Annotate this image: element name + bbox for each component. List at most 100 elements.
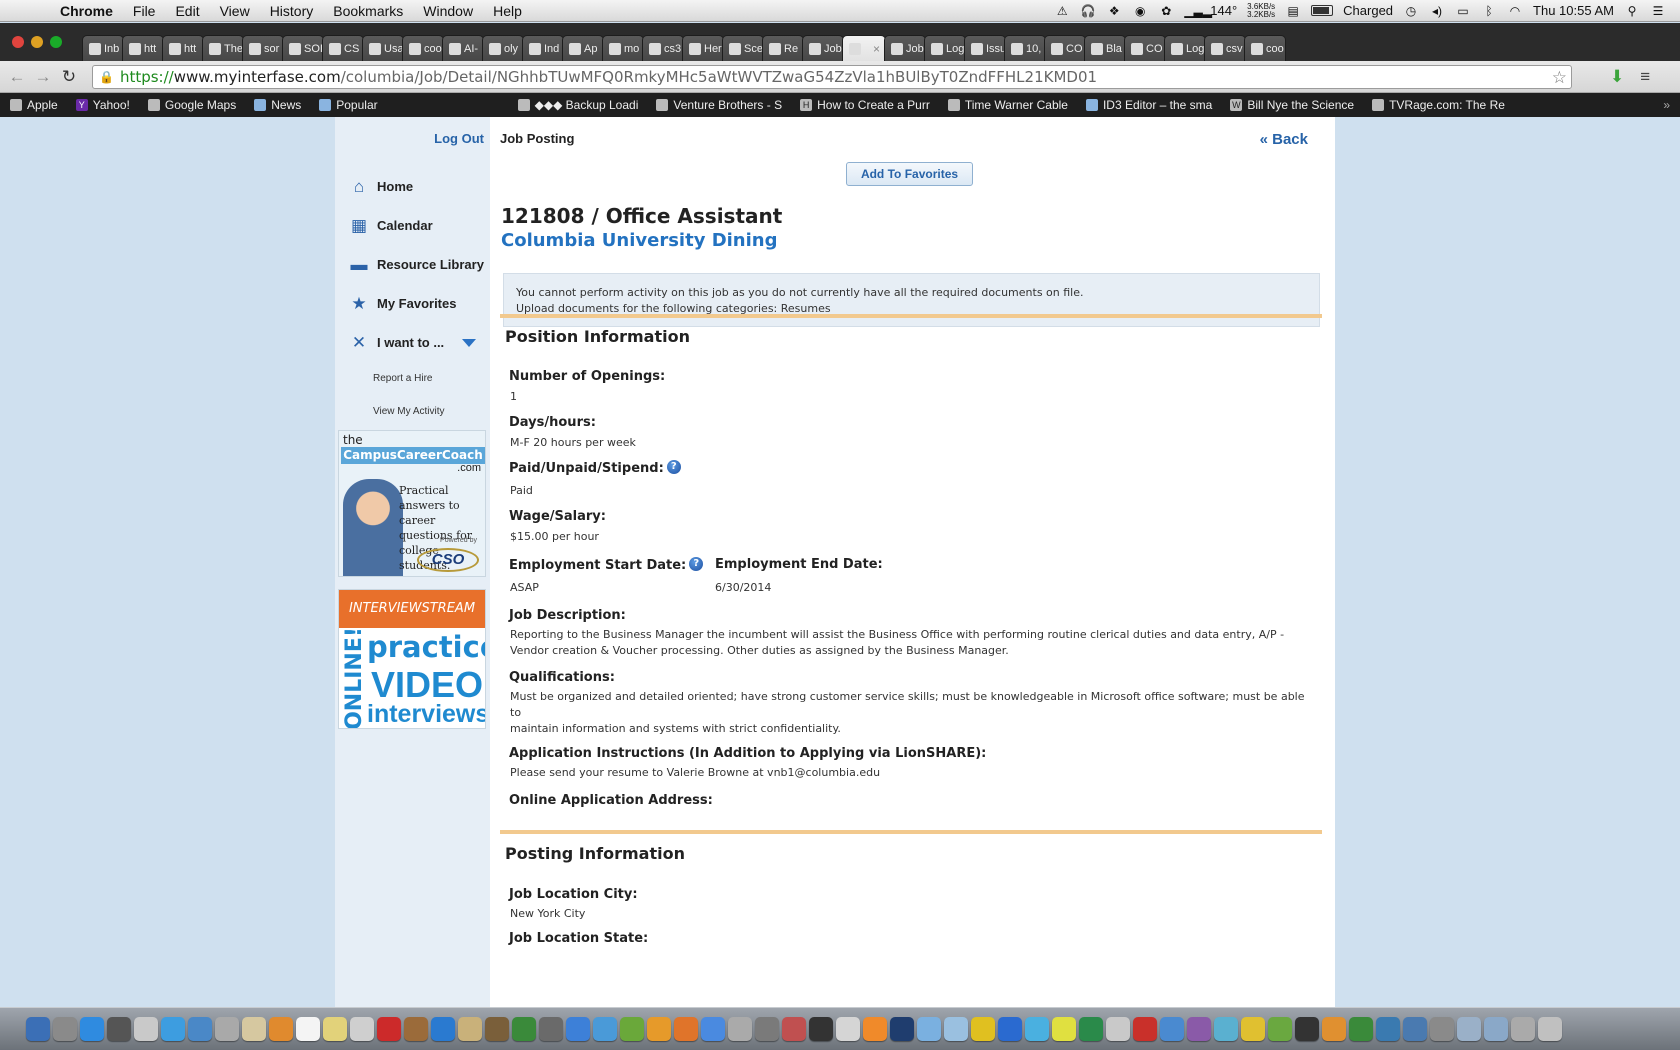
clipboard-icon[interactable]: ▤	[1285, 4, 1301, 18]
employer-link[interactable]: Columbia University Dining	[501, 230, 778, 251]
chrome-menu-icon[interactable]: ≡	[1640, 67, 1650, 87]
browser-tab[interactable]: Inb	[82, 35, 124, 61]
add-to-favorites-button[interactable]: Add To Favorites	[846, 162, 973, 186]
interviewstream-ad[interactable]: INTERVIEWSTREAM ONLINE! practice VIDEO i…	[338, 589, 486, 729]
bookmarks-overflow-icon[interactable]: »	[1663, 98, 1680, 112]
dock-app-icon[interactable]	[242, 1017, 266, 1041]
dock-app-icon[interactable]	[755, 1017, 779, 1041]
dock-app-icon[interactable]	[782, 1017, 806, 1041]
dock-app-icon[interactable]	[269, 1017, 293, 1041]
dock-app-icon[interactable]	[1079, 1017, 1103, 1041]
dock-app-icon[interactable]	[944, 1017, 968, 1041]
dock-app-icon[interactable]	[1025, 1017, 1049, 1041]
browser-tab[interactable]: Ap	[562, 35, 604, 61]
campus-career-coach-ad[interactable]: the CampusCareerCoach .com Practical ans…	[338, 430, 486, 577]
dock-app-icon[interactable]	[539, 1017, 563, 1041]
browser-tab[interactable]: coo	[1244, 35, 1286, 61]
dock-app-icon[interactable]	[1106, 1017, 1130, 1041]
dock-app-icon[interactable]	[350, 1017, 374, 1041]
dock-app-icon[interactable]	[80, 1017, 104, 1041]
bookmark-backup[interactable]: ◆◆◆ Backup Loadi	[517, 98, 638, 112]
clock[interactable]: Thu 10:55 AM	[1533, 3, 1614, 18]
dock-app-icon[interactable]	[323, 1017, 347, 1041]
dock-app-icon[interactable]	[1430, 1017, 1454, 1041]
menu-window[interactable]: Window	[413, 3, 483, 19]
bookmark-tvrage[interactable]: TVRage.com: The Re	[1372, 98, 1505, 112]
bookmark-popular[interactable]: Popular	[319, 98, 378, 112]
dock-app-icon[interactable]	[431, 1017, 455, 1041]
menu-file[interactable]: File	[123, 3, 166, 19]
reload-icon[interactable]: ↻	[56, 67, 82, 87]
dock-app-icon[interactable]	[917, 1017, 941, 1041]
browser-tab[interactable]: csv	[1204, 35, 1246, 61]
dock-app-icon[interactable]	[161, 1017, 185, 1041]
browser-tab[interactable]: coo	[402, 35, 444, 61]
notification-list-icon[interactable]: ☰	[1650, 4, 1666, 18]
battery-icon[interactable]	[1311, 5, 1334, 16]
paw-icon[interactable]: ✿	[1158, 4, 1174, 18]
dock-app-icon[interactable]	[512, 1017, 536, 1041]
browser-tab[interactable]: mo	[602, 35, 644, 61]
browser-tab[interactable]: 10,	[1004, 35, 1046, 61]
zoom-window-button[interactable]	[50, 36, 62, 48]
dock-app-icon[interactable]	[485, 1017, 509, 1041]
bookmark-news[interactable]: News	[254, 98, 301, 112]
dock-app-icon[interactable]	[26, 1017, 50, 1041]
menu-view[interactable]: View	[210, 3, 260, 19]
dock-app-icon[interactable]	[863, 1017, 887, 1041]
temperature-readout[interactable]: 144°	[1210, 3, 1237, 18]
browser-tab[interactable]: Sce	[722, 35, 764, 61]
dock-app-icon[interactable]	[620, 1017, 644, 1041]
browser-tab[interactable]: Her	[682, 35, 724, 61]
eye-icon[interactable]: ◉	[1132, 4, 1148, 18]
dock-app-icon[interactable]	[1160, 1017, 1184, 1041]
wifi-icon[interactable]: ◠	[1507, 4, 1523, 18]
dock-app-icon[interactable]	[1376, 1017, 1400, 1041]
browser-tab-active[interactable]: ×	[842, 35, 886, 61]
dock-app-icon[interactable]	[1322, 1017, 1346, 1041]
dock-app-icon[interactable]	[1241, 1017, 1265, 1041]
back-arrow-icon[interactable]: ←	[4, 67, 30, 87]
browser-tab[interactable]: Log	[1164, 35, 1206, 61]
browser-tab[interactable]: CO	[1044, 35, 1086, 61]
sidebar-subitem-view-activity[interactable]: View My Activity	[373, 395, 489, 428]
dock-app-icon[interactable]	[1538, 1017, 1562, 1041]
browser-tab[interactable]: Job	[884, 35, 926, 61]
menu-bookmarks[interactable]: Bookmarks	[323, 3, 413, 19]
browser-tab[interactable]: htt	[162, 35, 204, 61]
browser-tab[interactable]: Ind	[522, 35, 564, 61]
menu-history[interactable]: History	[260, 3, 324, 19]
dock-app-icon[interactable]	[674, 1017, 698, 1041]
browser-tab[interactable]: Bla	[1084, 35, 1126, 61]
dock-app-icon[interactable]	[377, 1017, 401, 1041]
sidebar-item-calendar[interactable]: ▦ Calendar	[349, 206, 489, 245]
browser-tab[interactable]: sor	[242, 35, 284, 61]
dock-app-icon[interactable]	[1457, 1017, 1481, 1041]
dock-app-icon[interactable]	[593, 1017, 617, 1041]
dock-app-icon[interactable]	[809, 1017, 833, 1041]
dock-app-icon[interactable]	[1349, 1017, 1373, 1041]
bookmark-id3[interactable]: ID3 Editor – the sma	[1085, 98, 1212, 112]
help-icon[interactable]: ?	[689, 557, 704, 571]
dock-app-icon[interactable]	[1133, 1017, 1157, 1041]
logout-link[interactable]: Log Out	[434, 131, 484, 146]
browser-tab[interactable]: Issu	[964, 35, 1006, 61]
dock-app-icon[interactable]	[1403, 1017, 1427, 1041]
dock-app-icon[interactable]	[647, 1017, 671, 1041]
dock-app-icon[interactable]	[566, 1017, 590, 1041]
dock-app-icon[interactable]	[53, 1017, 77, 1041]
browser-tab[interactable]: oly	[482, 35, 524, 61]
display-icon[interactable]: ▭	[1455, 4, 1471, 18]
dock-app-icon[interactable]	[998, 1017, 1022, 1041]
bluetooth-icon[interactable]: ᛒ	[1481, 4, 1497, 18]
address-bar[interactable]: 🔒 https:// www.myinterfase.com /columbia…	[92, 65, 1572, 89]
browser-tab[interactable]: CS	[322, 35, 364, 61]
volume-icon[interactable]: ◂)	[1429, 4, 1445, 18]
headphones-icon[interactable]: 🎧	[1080, 4, 1096, 18]
bookmark-billnye[interactable]: W Bill Nye the Science	[1230, 98, 1354, 112]
bookmark-venture[interactable]: Venture Brothers - S	[656, 98, 782, 112]
menu-app-name[interactable]: Chrome	[50, 3, 123, 19]
dock-app-icon[interactable]	[404, 1017, 428, 1041]
help-icon[interactable]: ?	[666, 460, 681, 474]
minimize-window-button[interactable]	[31, 36, 43, 48]
